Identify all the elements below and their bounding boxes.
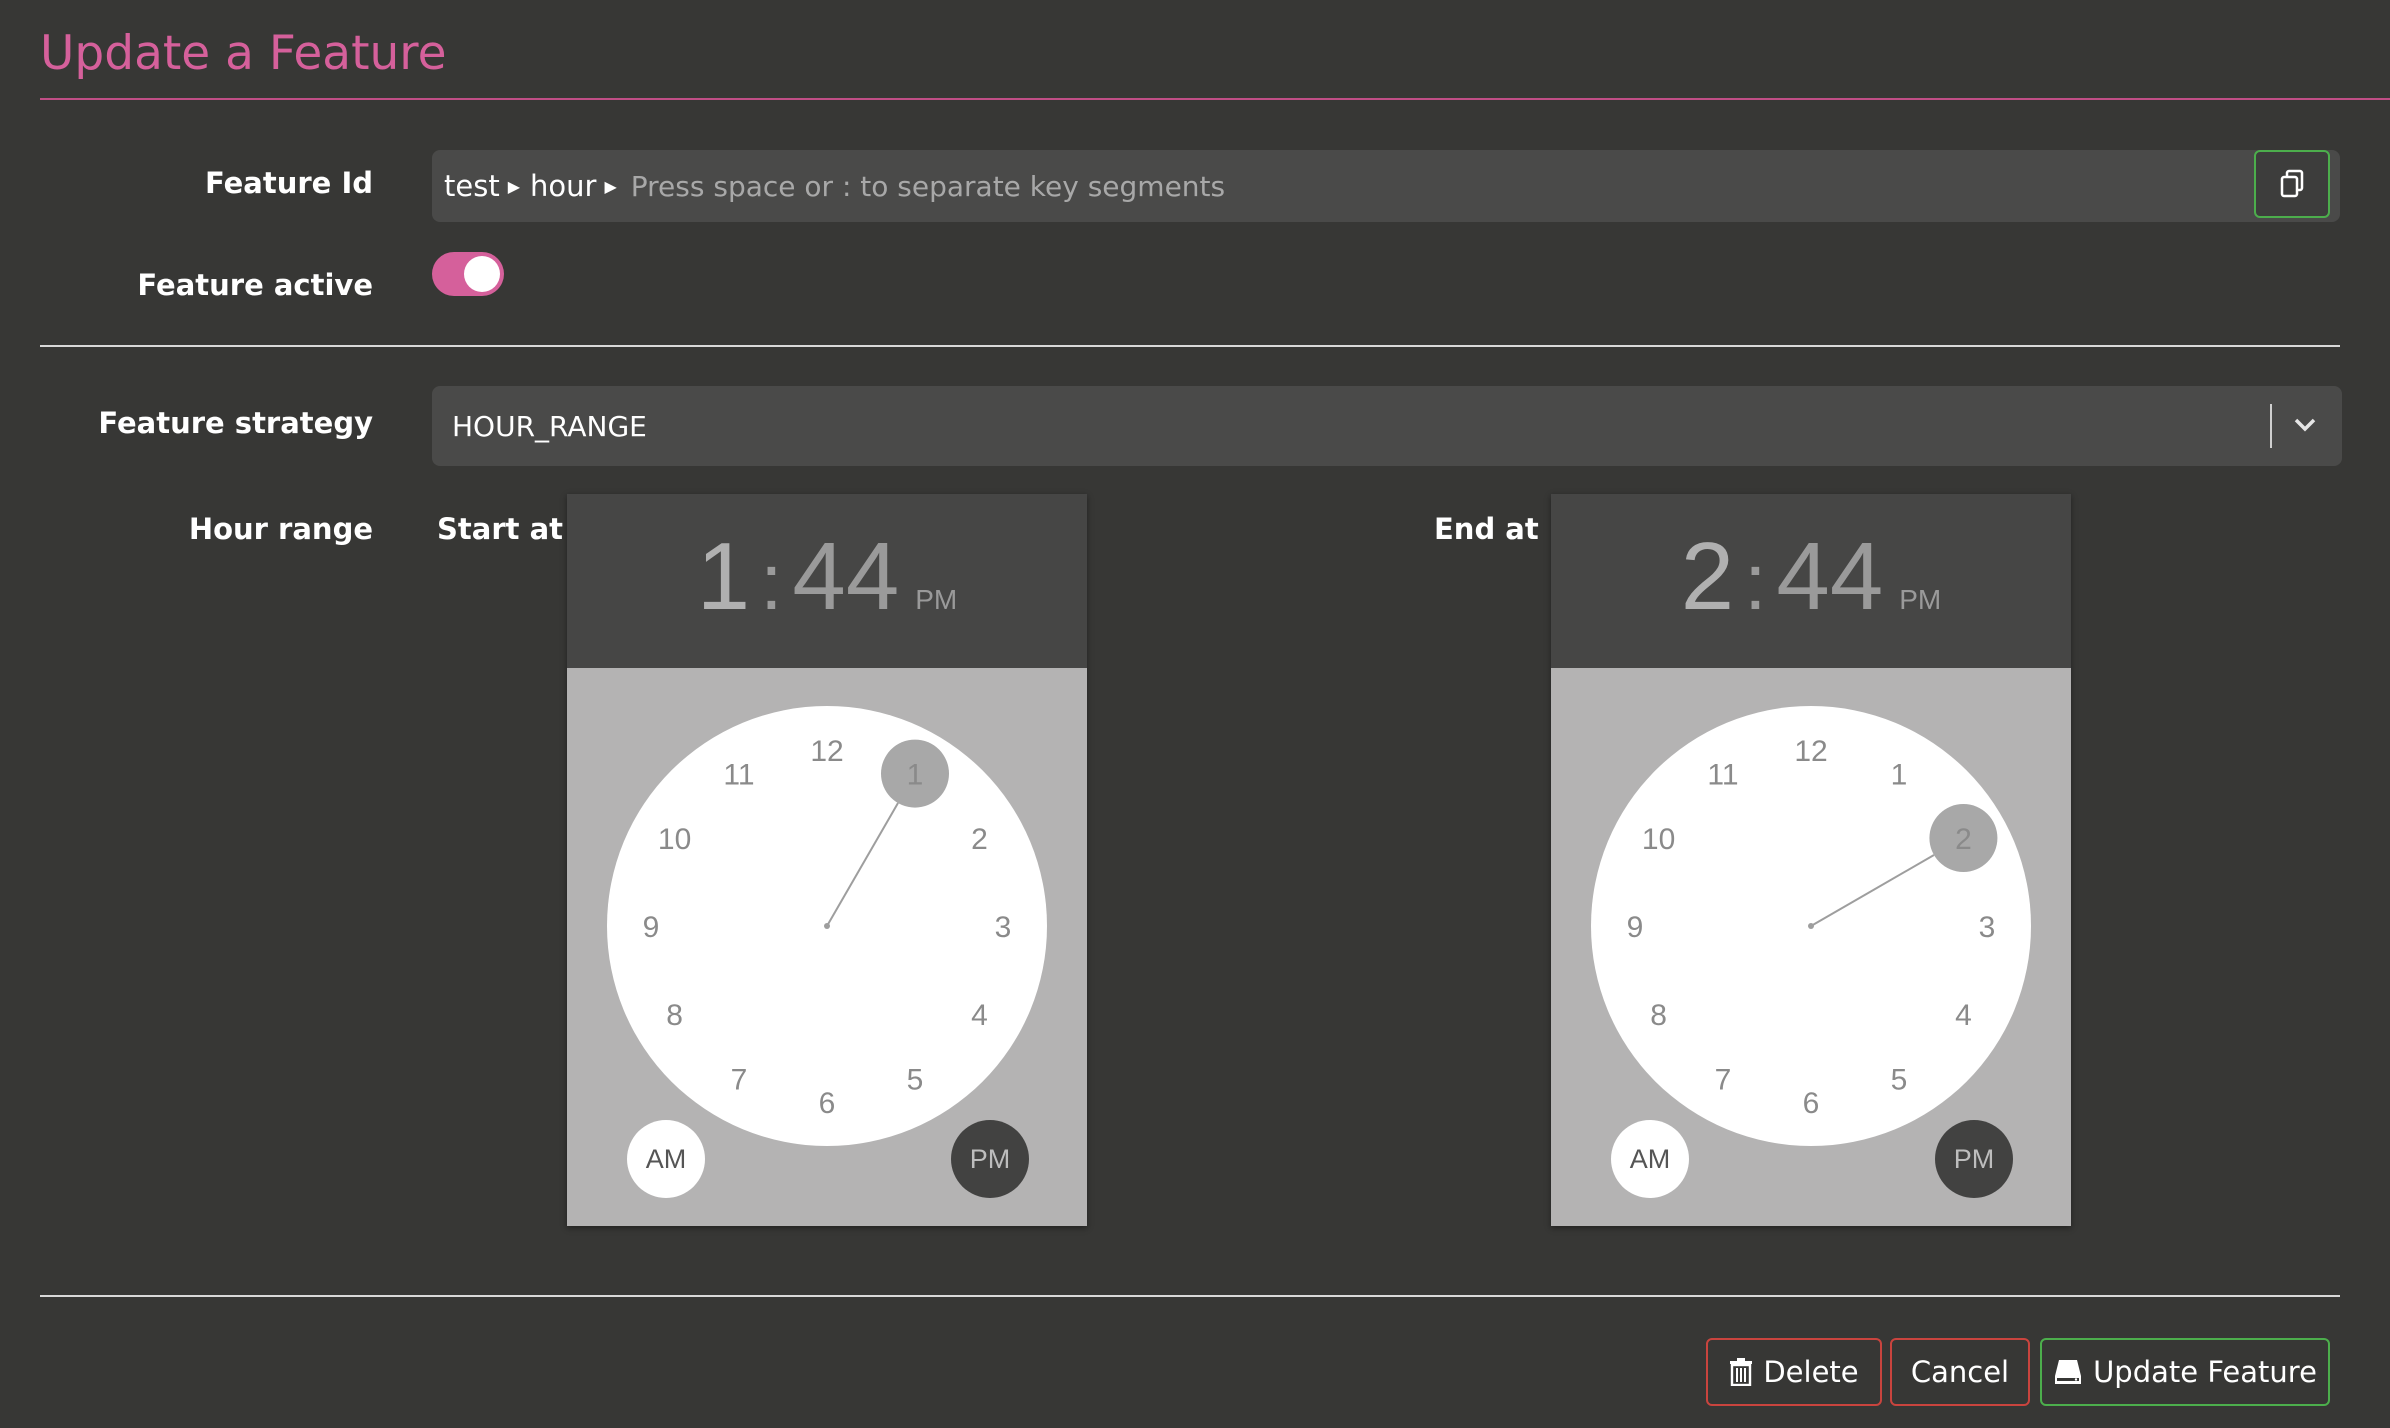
- period-display: PM: [1899, 584, 1942, 615]
- dial-number-9[interactable]: 9: [1627, 911, 1644, 944]
- start-time-picker: 1:44 PM 12 1 2 3 4 5 6 7 8 9 10 11 AM PM: [567, 494, 1087, 1226]
- pm-button[interactable]: PM: [1935, 1120, 2013, 1198]
- dial-number-7[interactable]: 7: [1715, 1063, 1732, 1096]
- feature-strategy-label: Feature strategy: [98, 406, 373, 440]
- pm-button[interactable]: PM: [951, 1120, 1029, 1198]
- clock-center: [1808, 923, 1814, 929]
- segment-caret-icon: ▶: [604, 176, 617, 196]
- dial-number-12[interactable]: 12: [1794, 735, 1827, 768]
- dial-number-3[interactable]: 3: [1979, 911, 1996, 944]
- page-title: Update a Feature: [40, 26, 447, 81]
- copy-button[interactable]: [2254, 150, 2330, 218]
- update-feature-button[interactable]: Update Feature: [2040, 1338, 2330, 1406]
- dial-number-7[interactable]: 7: [731, 1063, 748, 1096]
- minute-display[interactable]: 44: [1776, 523, 1883, 630]
- chevron-down-icon[interactable]: [2290, 410, 2320, 440]
- dial-number-6[interactable]: 6: [1803, 1087, 1820, 1120]
- dial-number-10[interactable]: 10: [658, 823, 691, 856]
- segment-caret-icon: ▶: [507, 176, 521, 196]
- time-display: 2:44 PM: [1680, 523, 1942, 630]
- dial-number-8[interactable]: 8: [1650, 999, 1667, 1032]
- strategy-select[interactable]: HOUR_RANGE: [432, 386, 2342, 466]
- feature-id-label: Feature Id: [205, 166, 373, 200]
- dial-number-11[interactable]: 11: [1707, 759, 1738, 792]
- key-segment[interactable]: hour ▶: [530, 169, 627, 203]
- feature-active-toggle[interactable]: [432, 252, 504, 296]
- toggle-knob: [464, 256, 500, 292]
- period-display: PM: [915, 584, 958, 615]
- cancel-button[interactable]: Cancel: [1890, 1338, 2030, 1406]
- dial-number-10[interactable]: 10: [1642, 823, 1675, 856]
- strategy-value: HOUR_RANGE: [452, 409, 647, 443]
- hour-range-label: Hour range: [188, 512, 373, 546]
- clock-dial[interactable]: 121234567891011: [605, 704, 1049, 1148]
- am-button[interactable]: AM: [1611, 1120, 1689, 1198]
- dial-number-12[interactable]: 12: [810, 735, 843, 768]
- end-at-label: End at: [1434, 512, 1539, 546]
- dial-number-1[interactable]: 1: [907, 759, 924, 792]
- dial-number-2[interactable]: 2: [1955, 823, 1972, 856]
- end-time-picker: 2:44 PM 12 1 2 3 4 5 6 7 8 9 10 11 AM PM: [1551, 494, 2071, 1226]
- dial-number-9[interactable]: 9: [643, 911, 660, 944]
- title-divider: [40, 98, 2390, 100]
- time-display: 1:44 PM: [696, 523, 958, 630]
- dial-number-5[interactable]: 5: [1891, 1063, 1908, 1096]
- feature-active-label: Feature active: [137, 268, 373, 302]
- trash-icon: [1730, 1358, 1753, 1386]
- clock-header: 1:44 PM: [567, 494, 1087, 668]
- dial-number-6[interactable]: 6: [819, 1087, 836, 1120]
- dial-number-11[interactable]: 11: [723, 759, 754, 792]
- clock-header: 2:44 PM: [1551, 494, 2071, 668]
- clock-center: [824, 923, 830, 929]
- clock-dial[interactable]: 121234567891011: [1589, 704, 2033, 1148]
- section-divider: [40, 345, 2340, 347]
- select-separator: [2270, 404, 2272, 448]
- dial-number-5[interactable]: 5: [907, 1063, 924, 1096]
- feature-id-input[interactable]: test ▶ hour ▶ Press space or : to separa…: [432, 150, 2340, 222]
- feature-id-placeholder: Press space or : to separate key segment…: [630, 169, 1226, 203]
- dial-number-3[interactable]: 3: [995, 911, 1012, 944]
- dial-number-8[interactable]: 8: [666, 999, 683, 1032]
- am-button[interactable]: AM: [627, 1120, 705, 1198]
- delete-button[interactable]: Delete: [1706, 1338, 1882, 1406]
- dial-number-2[interactable]: 2: [971, 823, 988, 856]
- key-segment[interactable]: test ▶: [444, 169, 530, 203]
- dial-number-4[interactable]: 4: [1955, 999, 1972, 1032]
- save-icon: [2055, 1360, 2082, 1384]
- start-at-label: Start at: [437, 512, 564, 546]
- hour-display[interactable]: 2: [1681, 523, 1734, 630]
- footer-divider: [40, 1295, 2340, 1297]
- dial-number-4[interactable]: 4: [971, 999, 988, 1032]
- dial-number-1[interactable]: 1: [1891, 759, 1908, 792]
- hour-display[interactable]: 1: [697, 523, 750, 630]
- copy-icon: [2280, 169, 2304, 198]
- minute-display[interactable]: 44: [792, 523, 899, 630]
